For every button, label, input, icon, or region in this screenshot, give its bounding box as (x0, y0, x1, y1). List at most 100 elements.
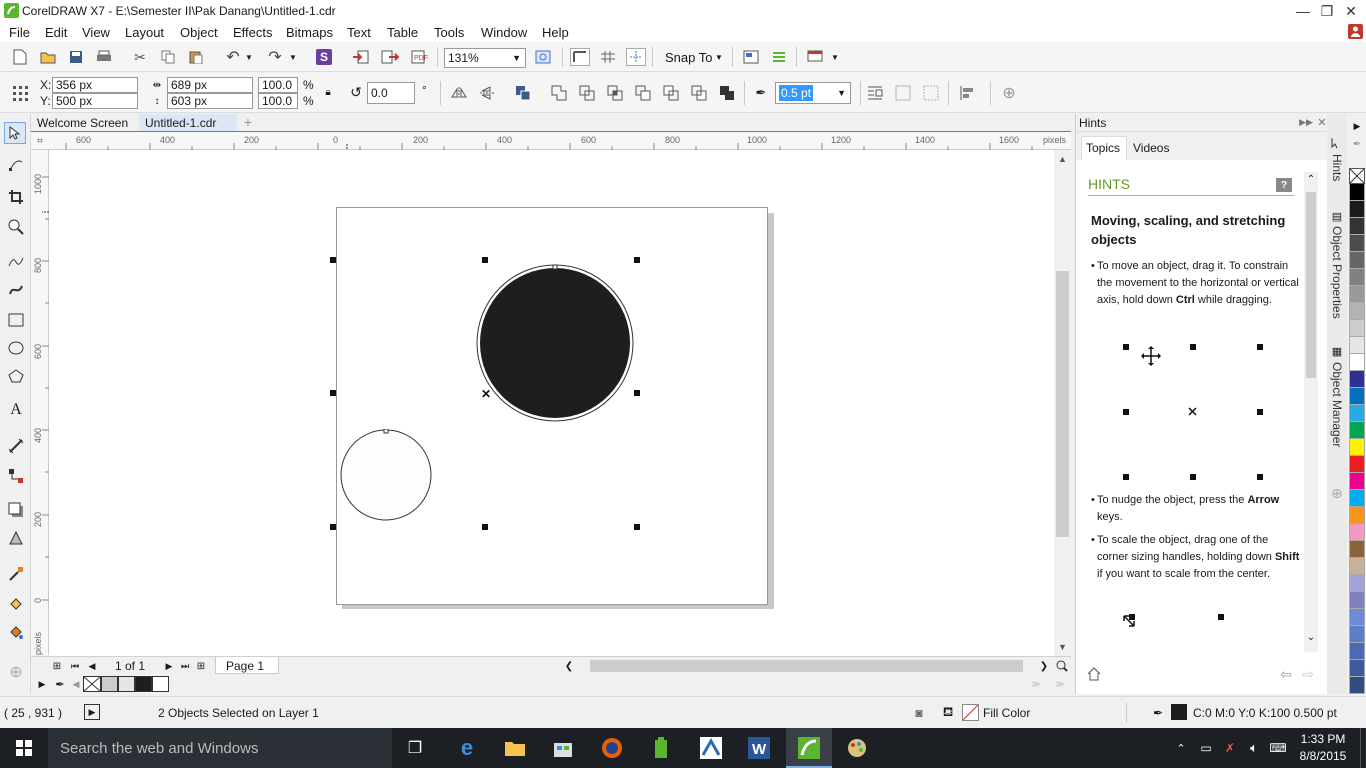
front-minus-back-icon[interactable] (662, 84, 680, 102)
palette-color-swatch[interactable] (1349, 660, 1365, 677)
palette-color-swatch[interactable] (1349, 575, 1365, 592)
shape-tool-icon[interactable] (6, 154, 26, 174)
vertical-scrollbar[interactable]: ▲ ▼ (1054, 150, 1071, 656)
x-position-field[interactable]: 356 px (52, 77, 138, 93)
close-button[interactable]: ✕ (1336, 0, 1366, 22)
outline-color-swatch[interactable] (1171, 704, 1187, 720)
color-swatch[interactable] (152, 676, 169, 692)
network-icon[interactable]: ✗ (1222, 740, 1238, 756)
palette-color-swatch[interactable] (1349, 303, 1365, 320)
paste-icon[interactable] (188, 49, 204, 65)
palette-color-swatch[interactable] (1349, 354, 1365, 371)
menu-help[interactable]: Help (542, 25, 569, 40)
palette-color-swatch[interactable] (1349, 371, 1365, 388)
add-docker-icon[interactable]: ⊕ (1330, 485, 1344, 501)
navigator-zoom-icon[interactable] (1055, 659, 1069, 673)
menu-edit[interactable]: Edit (45, 25, 67, 40)
zoom-tool-icon[interactable] (6, 217, 26, 237)
mirror-horizontal-icon[interactable] (450, 84, 468, 102)
create-boundary-icon[interactable] (718, 84, 736, 102)
palette-color-swatch[interactable] (1349, 337, 1365, 354)
file-explorer-icon[interactable] (500, 736, 530, 760)
back-minus-front-icon[interactable] (690, 84, 708, 102)
palette-color-swatch[interactable] (1349, 609, 1365, 626)
print-icon[interactable] (96, 49, 112, 65)
palette-color-swatch[interactable] (1349, 541, 1365, 558)
docker-tab-hints[interactable]: Hints (1330, 154, 1344, 181)
corel-paint-icon[interactable] (842, 736, 872, 760)
menu-view[interactable]: View (82, 25, 110, 40)
copy-icon[interactable] (160, 49, 176, 65)
welcome-screen-icon[interactable] (806, 49, 824, 65)
docker-tab-object-manager[interactable]: Object Manager (1330, 362, 1344, 447)
crop-tool-icon[interactable] (6, 187, 26, 207)
menu-effects[interactable]: Effects (233, 25, 273, 40)
hints-scrollbar[interactable]: ⌃ ⌄ (1304, 172, 1318, 652)
outline-width-select[interactable]: 0.5 pt ▼ (775, 82, 851, 104)
new-document-icon[interactable] (12, 49, 28, 65)
ruler-origin-icon[interactable]: ⌗ (35, 136, 45, 147)
align-distribute-icon[interactable] (958, 84, 976, 102)
color-proofing-icon[interactable]: ◙ (911, 705, 927, 721)
text-tool-icon[interactable]: A (6, 400, 26, 420)
palette-color-swatch[interactable] (1349, 184, 1365, 201)
welcome-dropdown-icon[interactable]: ▼ (830, 52, 840, 62)
add-tool-icon[interactable]: ⊕ (6, 662, 26, 682)
palette-color-swatch[interactable] (1349, 524, 1365, 541)
palette-color-swatch[interactable] (1349, 456, 1365, 473)
palette-expand-icon[interactable]: ▶ (37, 678, 47, 690)
snap-to-dropdown-icon[interactable]: ▼ (714, 52, 724, 62)
palette-color-swatch[interactable] (1349, 320, 1365, 337)
palette-color-swatch[interactable] (1349, 677, 1365, 694)
palette-color-swatch[interactable] (1349, 405, 1365, 422)
hints-back-icon[interactable]: ⇦ (1278, 666, 1294, 682)
firefox-icon[interactable] (597, 736, 627, 760)
ellipse-tool-icon[interactable] (6, 338, 26, 358)
menu-file[interactable]: File (9, 25, 30, 40)
to-back-icon[interactable] (922, 84, 940, 102)
show-grid-icon[interactable] (598, 48, 618, 66)
rotation-angle-field[interactable]: 0.0 (367, 82, 415, 104)
power-icon[interactable]: ▭ (1198, 740, 1214, 756)
add-page-before-icon[interactable]: ⊞ (51, 660, 63, 672)
simplify-icon[interactable] (634, 84, 652, 102)
application-launcher-icon[interactable] (770, 49, 788, 65)
scroll-up-icon[interactable]: ▲ (1057, 154, 1068, 164)
lock-ratio-icon[interactable]: 🔒︎ (322, 85, 334, 99)
transparency-icon[interactable] (6, 528, 26, 548)
word-icon[interactable]: W (744, 736, 774, 760)
selection-handle-left[interactable] (330, 390, 336, 396)
vertical-scroll-thumb[interactable] (1056, 271, 1069, 537)
menu-text[interactable]: Text (347, 25, 371, 40)
palette-color-swatch[interactable] (1349, 558, 1365, 575)
color-swatch[interactable] (118, 676, 135, 692)
reference-point-icon[interactable] (10, 83, 30, 103)
hints-forward-icon[interactable]: ⇨ (1300, 666, 1316, 682)
edge-browser-icon[interactable]: e (452, 735, 482, 760)
help-icon[interactable]: ? (1276, 178, 1292, 192)
palette-color-swatch[interactable] (1349, 643, 1365, 660)
import-icon[interactable] (352, 49, 370, 65)
coreldraw-taskbar-icon[interactable] (794, 736, 824, 760)
smart-fill-icon[interactable] (6, 622, 26, 642)
status-toggle-icon[interactable]: ▶ (84, 704, 100, 720)
palette-color-swatch[interactable] (1349, 269, 1365, 286)
battery-app-icon[interactable] (646, 736, 676, 760)
store-icon[interactable] (548, 736, 578, 760)
palette-menu-icon[interactable]: ≫ (1055, 678, 1065, 690)
parallel-dimension-icon[interactable] (6, 436, 26, 456)
palette-color-swatch[interactable] (1349, 473, 1365, 490)
redo-icon[interactable]: ↷ (266, 49, 284, 66)
task-view-icon[interactable]: ❐ (400, 736, 430, 760)
no-fill-swatch[interactable] (1349, 168, 1365, 184)
drop-shadow-icon[interactable] (6, 500, 26, 520)
selection-handle-top-right[interactable] (634, 257, 640, 263)
tab-welcome-screen[interactable]: Welcome Screen (31, 114, 134, 132)
options-icon[interactable] (742, 49, 760, 65)
hints-home-icon[interactable] (1086, 666, 1102, 682)
white-circle[interactable] (340, 429, 434, 523)
weld-icon[interactable] (550, 84, 568, 102)
scroll-down-icon[interactable]: ▼ (1057, 642, 1068, 652)
artistic-media-icon[interactable] (6, 280, 26, 300)
connector-tool-icon[interactable] (6, 466, 26, 486)
